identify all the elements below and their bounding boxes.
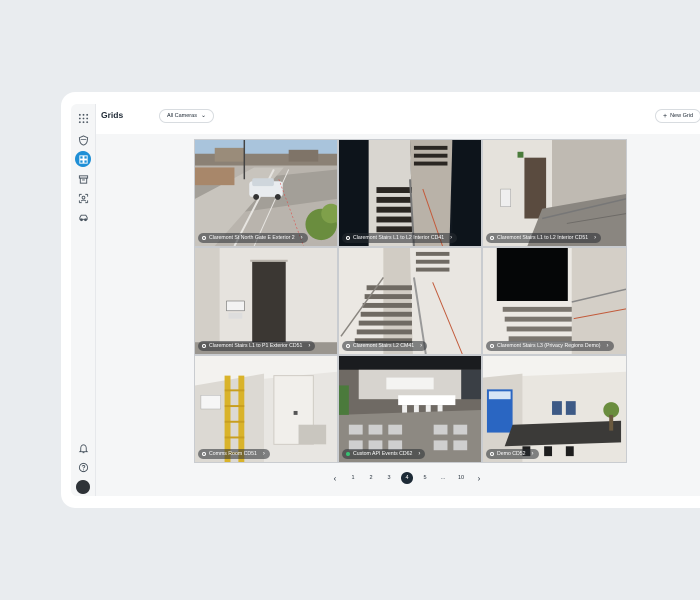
camera-tile[interactable]: Claremont Stairs L1 to L2 Interior CD41 … [338,139,482,247]
camera-name: Claremont St North Gate E Exterior 2 [209,235,295,241]
grid-view-icon[interactable] [75,151,91,167]
camera-name: Demo CD52 [497,451,526,457]
camera-name: Claremont Stairs L2 CM41 [353,343,415,349]
chevron-right-icon: › [531,451,534,457]
camera-label: Claremont St North Gate E Exterior 2 › [198,233,308,243]
status-icon [490,344,494,348]
people-icon[interactable] [75,190,91,206]
camera-label: Claremont Stairs L2 CM41 › [342,341,428,351]
camera-label: Comms Room CD51 › [198,449,270,459]
status-icon [490,452,494,456]
new-grid-label: New Grid [670,113,693,119]
camera-label: Claremont Stairs L1 to L2 Interior CD51 … [486,233,602,243]
page-button-current[interactable]: 4 [401,472,413,484]
shield-icon[interactable] [75,132,91,148]
page-button[interactable]: 1 [347,472,359,484]
bell-icon[interactable] [75,440,91,456]
live-status-icon [346,452,350,456]
vehicle-icon[interactable] [75,209,91,225]
chevron-right-icon: › [420,343,423,349]
status-icon [202,452,206,456]
status-icon [346,344,350,348]
camera-tile[interactable]: Comms Room CD51 › [194,355,338,463]
sidebar-divider [95,104,96,496]
camera-tile[interactable]: Claremont Stairs L1 to L2 Interior CD51 … [482,139,627,247]
status-icon [346,236,350,240]
camera-name: Claremont Stairs L1 to L2 Interior CD51 [497,235,589,241]
camera-label: Claremont Stairs L1 to L2 Interior CD41 … [342,233,458,243]
camera-label: Claremont Stairs L3 (Privacy Regions Dem… [486,341,614,351]
chevron-down-icon: ⌄ [200,113,206,119]
camera-tile[interactable]: Claremont Stairs L1 to P1 Exterior CD51 … [194,247,338,355]
app-window: Grids All Cameras ⌄ + New Grid Claremont… [61,92,700,508]
chevron-right-icon: › [606,343,609,349]
chevron-left-icon[interactable]: ‹ [329,472,341,484]
status-icon [202,236,206,240]
camera-label: Claremont Stairs L1 to P1 Exterior CD51 … [198,341,316,351]
status-icon [490,236,494,240]
page-title: Grids [101,110,124,120]
chevron-right-icon[interactable]: › [473,472,485,484]
page-button[interactable]: 5 [419,472,431,484]
camera-tile[interactable]: Custom API Events CD62 › [338,355,482,463]
chevron-right-icon: › [308,343,311,349]
status-icon [202,344,206,348]
avatar[interactable] [76,480,90,494]
sidebar [71,104,95,496]
archive-icon[interactable] [75,171,91,187]
camera-label: Demo CD52 › [486,449,539,459]
plus-icon: + [662,112,668,120]
camera-filter-label: All Cameras [167,113,197,119]
chevron-right-icon: › [300,235,303,241]
camera-name: Custom API Events CD62 [353,451,413,457]
camera-name: Claremont Stairs L1 to L2 Interior CD41 [353,235,445,241]
chevron-right-icon: › [262,451,265,457]
new-grid-button[interactable]: + New Grid [654,109,700,123]
camera-name: Comms Room CD51 [209,451,257,457]
camera-name: Claremont Stairs L1 to P1 Exterior CD51 [209,343,303,349]
chevron-right-icon: › [418,451,421,457]
camera-filter-dropdown[interactable]: All Cameras ⌄ [159,109,214,123]
page-button[interactable]: 3 [383,472,395,484]
camera-grid: Claremont St North Gate E Exterior 2 › C… [194,139,627,463]
page-button[interactable]: 10 [455,472,467,484]
app-frame: Grids All Cameras ⌄ + New Grid Claremont… [71,104,700,496]
camera-tile[interactable]: Claremont St North Gate E Exterior 2 › [194,139,338,247]
camera-label: Custom API Events CD62 › [342,449,426,459]
chevron-right-icon: › [450,235,453,241]
pagination: ‹ 1 2 3 4 5 ... 10 › [329,471,485,485]
apps-grid-icon[interactable] [75,110,91,126]
page-button[interactable]: 2 [365,472,377,484]
header: Grids All Cameras ⌄ + New Grid [96,104,700,134]
chevron-right-icon: › [594,235,597,241]
page-ellipsis: ... [440,475,446,481]
help-icon[interactable] [75,459,91,475]
camera-tile[interactable]: Claremont Stairs L2 CM41 › [338,247,482,355]
camera-tile[interactable]: Claremont Stairs L3 (Privacy Regions Dem… [482,247,627,355]
camera-name: Claremont Stairs L3 (Privacy Regions Dem… [497,343,601,349]
camera-tile[interactable]: Demo CD52 › [482,355,627,463]
